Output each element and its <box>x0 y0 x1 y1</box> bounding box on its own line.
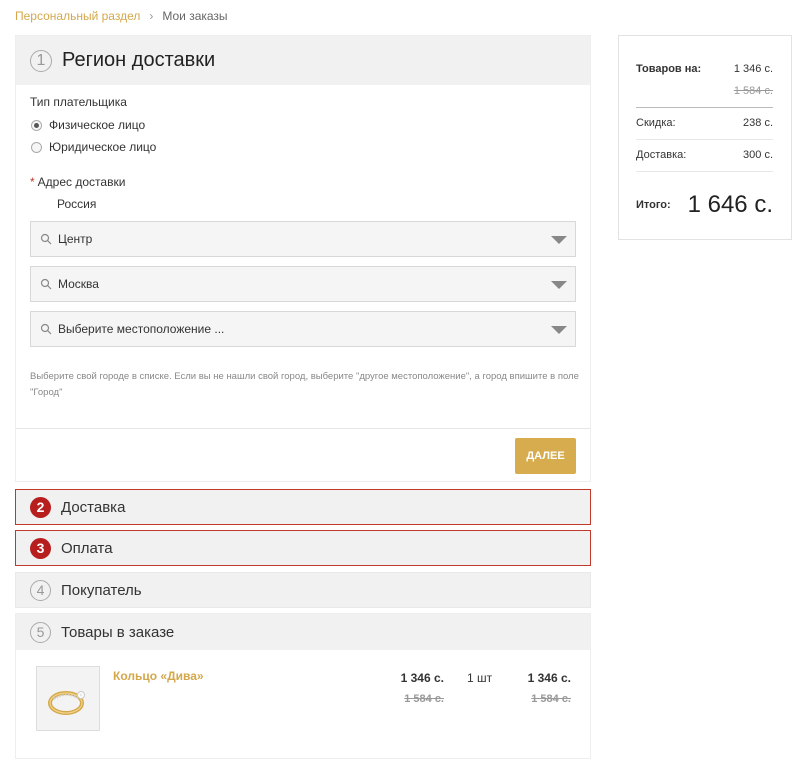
summary-goods-label: Товаров на: <box>636 63 702 75</box>
payer-option-legal[interactable]: Юридическое лицо <box>31 140 156 154</box>
order-items-section: 5 Товары в заказе Кольцо «Дива» 1 346 с.… <box>15 613 591 759</box>
city-select-value: Москва <box>58 277 99 291</box>
summary-delivery-value: 300 с. <box>743 149 773 161</box>
product-price: 1 346 с. 1 584 с. <box>401 671 444 705</box>
payer-option-label: Юридическое лицо <box>49 140 157 154</box>
summary-goods-value: 1 346 с. <box>733 63 773 75</box>
summary-goods-row: Товаров на: 1 346 с. <box>636 63 773 75</box>
summary-discount-label: Скидка: <box>636 117 676 129</box>
summary-total-row: Итого: 1 646 с. <box>636 191 773 219</box>
summary-goods-old-row: 1 584 с. <box>636 85 773 97</box>
radio-unchecked-icon[interactable] <box>31 141 42 153</box>
product-quantity: 1 шт <box>467 671 493 685</box>
search-icon <box>40 278 52 290</box>
order-items-section-title: Товары в заказе <box>61 623 175 641</box>
buyer-section-header[interactable]: 4 Покупатель <box>15 572 591 608</box>
step-number-badge: 5 <box>30 621 51 643</box>
breadcrumb-personal-section[interactable]: Персональный раздел <box>15 9 140 23</box>
order-summary: Товаров на: 1 346 с. 1 584 с. Скидка: 23… <box>618 35 792 240</box>
ring-image <box>37 667 99 730</box>
region-select-value: Центр <box>58 232 93 246</box>
breadcrumb-my-orders: Мои заказы <box>162 9 228 23</box>
breadcrumb: Персональный раздел › Мои заказы <box>15 9 228 23</box>
summary-delivery-label: Доставка: <box>636 149 687 161</box>
buyer-section-title: Покупатель <box>61 581 142 599</box>
product-image[interactable] <box>36 666 100 731</box>
chevron-down-icon[interactable] <box>551 236 567 244</box>
section-divider <box>16 428 590 429</box>
summary-total-value: 1 646 с. <box>687 191 773 218</box>
payment-section-title: Оплата <box>61 539 113 557</box>
region-section-title: Регион доставки <box>62 49 216 71</box>
country-value: Россия <box>57 197 97 211</box>
delivery-address-label-text: Адрес доставки <box>37 175 126 189</box>
region-section-header[interactable]: 1 Регион доставки <box>16 36 590 85</box>
summary-separator <box>636 107 773 108</box>
delivery-address-label: * Адрес доставки <box>30 175 125 189</box>
city-select[interactable]: Москва <box>30 266 576 302</box>
step-number-badge: 4 <box>30 579 51 601</box>
region-delivery-section: 1 Регион доставки Тип плательщика Физиче… <box>15 35 591 482</box>
radio-checked-icon[interactable] <box>31 119 42 131</box>
sum-current: 1 346 с. <box>527 671 571 685</box>
summary-delivery-row: Доставка: 300 с. <box>636 149 773 161</box>
price-old: 1 584 с. <box>404 693 444 705</box>
step-number-badge-error: 3 <box>30 537 51 559</box>
location-select-placeholder: Выберите местоположение ... <box>58 322 225 336</box>
chevron-down-icon[interactable] <box>551 281 567 289</box>
step-number-badge-error: 2 <box>30 496 51 518</box>
next-button[interactable]: ДАЛЕЕ <box>515 438 576 474</box>
summary-separator <box>636 171 773 172</box>
payer-option-individual[interactable]: Физическое лицо <box>31 118 145 132</box>
summary-goods-old-value: 1 584 с. <box>733 85 773 97</box>
payer-option-label: Физическое лицо <box>49 118 146 132</box>
location-select[interactable]: Выберите местоположение ... <box>30 311 576 347</box>
step-number-badge: 1 <box>30 49 52 72</box>
summary-discount-value: 238 с. <box>743 117 773 129</box>
summary-total-label: Итого: <box>636 199 671 211</box>
chevron-down-icon[interactable] <box>551 326 567 334</box>
delivery-section-title: Доставка <box>61 498 126 516</box>
search-icon <box>40 323 52 335</box>
summary-discount-row: Скидка: 238 с. <box>636 117 773 129</box>
location-hint-text: Выберите свой городе в списке. Если вы н… <box>30 371 579 398</box>
product-name-link[interactable]: Кольцо «Дива» <box>113 669 204 683</box>
product-sum: 1 346 с. 1 584 с. <box>528 671 571 705</box>
summary-separator <box>636 139 773 140</box>
search-icon <box>40 233 52 245</box>
breadcrumb-separator: › <box>149 9 154 23</box>
payer-type-label: Тип плательщика <box>30 95 127 109</box>
region-select[interactable]: Центр <box>30 221 576 257</box>
sum-old: 1 584 с. <box>531 693 571 705</box>
payment-section-header[interactable]: 3 Оплата <box>15 530 591 566</box>
order-items-section-header[interactable]: 5 Товары в заказе <box>16 614 590 650</box>
required-mark: * <box>30 175 35 189</box>
price-current: 1 346 с. <box>400 671 444 685</box>
delivery-section-header[interactable]: 2 Доставка <box>15 489 591 525</box>
